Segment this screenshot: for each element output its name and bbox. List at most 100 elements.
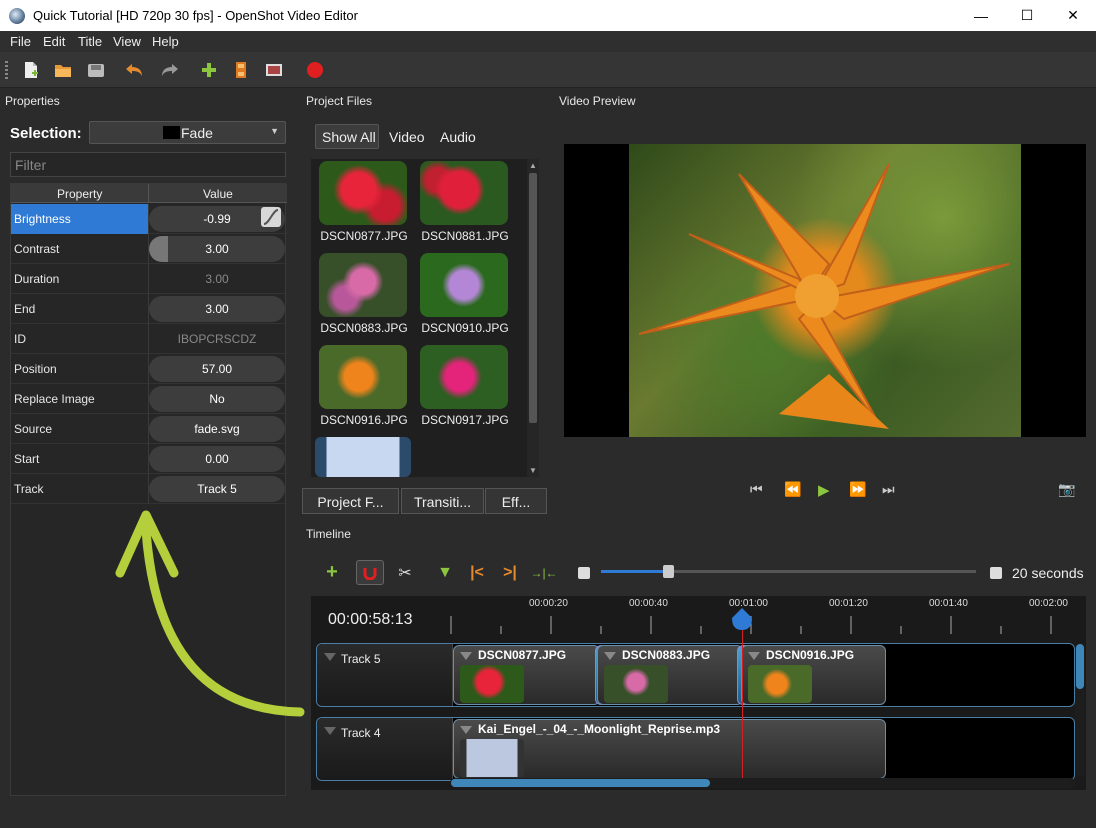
table-row[interactable]: Position 57.00 bbox=[11, 354, 287, 384]
column-header-property: Property bbox=[57, 187, 103, 201]
menu-help[interactable]: Help bbox=[152, 34, 179, 49]
timeline-hscrollbar[interactable] bbox=[450, 778, 1075, 788]
open-project-button[interactable] bbox=[53, 60, 73, 80]
clip-thumbnail bbox=[460, 739, 524, 777]
selection-color-swatch bbox=[163, 126, 180, 139]
timeline-clip[interactable]: DSCN0877.JPG bbox=[453, 645, 600, 705]
timeline-ruler[interactable]: 00:00:20 00:00:40 00:01:00 00:01:20 00:0… bbox=[450, 598, 1076, 638]
annotation-arrow-icon bbox=[115, 510, 305, 717]
audio-file-thumbnail[interactable] bbox=[315, 437, 411, 477]
chevron-down-icon: ▼ bbox=[270, 126, 279, 136]
zoom-in-icon[interactable] bbox=[982, 560, 1010, 585]
track-header[interactable]: Track 4 bbox=[317, 718, 453, 780]
table-row[interactable]: Start 0.00 bbox=[11, 444, 287, 474]
zoom-out-icon[interactable] bbox=[570, 560, 598, 585]
previous-marker-button[interactable]: |< bbox=[463, 560, 491, 585]
table-row[interactable]: Duration 3.00 bbox=[11, 264, 287, 294]
table-row[interactable]: Contrast 3.00 bbox=[11, 234, 287, 264]
table-row[interactable]: Source fade.svg bbox=[11, 414, 287, 444]
clip-thumbnail bbox=[460, 665, 524, 703]
zoom-slider-handle[interactable] bbox=[663, 565, 674, 578]
track-row[interactable]: Track 4 Kai_Engel_-_04_-_Moonlight_Repri… bbox=[316, 717, 1075, 781]
video-preview bbox=[564, 144, 1086, 437]
file-thumbnail[interactable] bbox=[420, 253, 508, 317]
toolbar-grip[interactable] bbox=[5, 61, 8, 79]
file-name: DSCN0917.JPG bbox=[421, 413, 509, 427]
track-header[interactable]: Track 5 bbox=[317, 644, 453, 706]
project-files-scrollbar[interactable]: ▲ ▼ bbox=[527, 159, 539, 477]
file-name: DSCN0916.JPG bbox=[320, 413, 408, 427]
timeline-vscrollbar[interactable] bbox=[1075, 643, 1085, 777]
jump-end-button[interactable]: ⏭ bbox=[882, 481, 895, 498]
snapping-toggle[interactable] bbox=[356, 560, 384, 585]
save-project-button[interactable] bbox=[86, 60, 106, 80]
export-video-button[interactable] bbox=[305, 60, 325, 80]
zoom-level-label: 20 seconds bbox=[1012, 565, 1084, 581]
main-toolbar bbox=[0, 52, 1096, 88]
preview-frame bbox=[629, 144, 1021, 437]
tab-effects[interactable]: Eff... bbox=[485, 488, 547, 514]
tab-video[interactable]: Video bbox=[389, 129, 425, 145]
table-row[interactable]: Brightness -0.99 bbox=[11, 204, 287, 234]
menu-edit[interactable]: Edit bbox=[43, 34, 65, 49]
play-button[interactable]: ▶ bbox=[818, 481, 830, 499]
file-name: DSCN0881.JPG bbox=[421, 229, 509, 243]
razor-tool-button[interactable]: ✂ bbox=[391, 560, 419, 585]
table-row[interactable]: Track Track 5 bbox=[11, 474, 287, 504]
file-thumbnail[interactable] bbox=[420, 345, 508, 409]
file-thumbnail[interactable] bbox=[319, 161, 407, 225]
file-thumbnail[interactable] bbox=[319, 253, 407, 317]
track-row[interactable]: Track 5 DSCN0877.JPG DSCN0883.JPG DSCN09… bbox=[316, 643, 1075, 707]
selection-dropdown[interactable]: Fade ▼ bbox=[89, 121, 286, 144]
table-row[interactable]: ID IBOPCRSCDZ bbox=[11, 324, 287, 354]
camera-icon[interactable]: 📷 bbox=[1058, 481, 1075, 498]
tab-transitions[interactable]: Transiti... bbox=[401, 488, 484, 514]
next-marker-button[interactable]: >| bbox=[496, 560, 524, 585]
openshot-logo-icon bbox=[9, 8, 25, 24]
table-row[interactable]: Replace Image No bbox=[11, 384, 287, 414]
menu-view[interactable]: View bbox=[113, 34, 141, 49]
clip-thumbnail bbox=[604, 665, 668, 703]
tab-show-all[interactable]: Show All bbox=[315, 124, 379, 149]
file-name: DSCN0910.JPG bbox=[421, 321, 509, 335]
column-header-value: Value bbox=[203, 187, 233, 201]
tab-audio[interactable]: Audio bbox=[440, 129, 476, 145]
timeline-clip[interactable]: Kai_Engel_-_04_-_Moonlight_Reprise.mp3 bbox=[453, 719, 886, 779]
center-playhead-button[interactable]: →|← bbox=[530, 560, 558, 585]
redo-button[interactable] bbox=[160, 60, 180, 80]
filter-input[interactable]: Filter bbox=[10, 152, 286, 177]
menu-file[interactable]: File bbox=[10, 34, 31, 49]
fast-forward-button[interactable]: ⏩ bbox=[849, 481, 866, 498]
clip-thumbnail bbox=[748, 665, 812, 703]
add-marker-button[interactable]: ▼ bbox=[431, 560, 459, 585]
menu-bar: File Edit Title View Help bbox=[0, 31, 1096, 52]
undo-button[interactable] bbox=[124, 60, 144, 80]
file-name: DSCN0877.JPG bbox=[320, 229, 408, 243]
choose-profile-button[interactable] bbox=[231, 60, 251, 80]
selection-value: Fade bbox=[181, 125, 213, 141]
timeline-clip[interactable]: DSCN0883.JPG bbox=[597, 645, 743, 705]
import-files-button[interactable] bbox=[199, 60, 219, 80]
keyframe-curve-icon[interactable] bbox=[261, 207, 281, 227]
tab-project-files[interactable]: Project F... bbox=[302, 488, 399, 514]
new-project-button[interactable] bbox=[21, 60, 41, 80]
file-thumbnail[interactable] bbox=[319, 345, 407, 409]
properties-panel-title: Properties bbox=[5, 94, 60, 108]
maximize-button[interactable]: ☐ bbox=[1004, 0, 1050, 31]
rewind-button[interactable]: ⏪ bbox=[784, 481, 801, 498]
minimize-button[interactable]: — bbox=[958, 0, 1004, 31]
title-bar: Quick Tutorial [HD 720p 30 fps] - OpenSh… bbox=[0, 0, 1096, 31]
project-files-grid: DSCN0877.JPG DSCN0881.JPG DSCN0883.JPG D… bbox=[311, 159, 528, 477]
fullscreen-button[interactable] bbox=[264, 60, 284, 80]
menu-title[interactable]: Title bbox=[78, 34, 102, 49]
video-preview-panel-title: Video Preview bbox=[559, 94, 636, 108]
add-track-button[interactable]: + bbox=[318, 560, 346, 585]
close-button[interactable]: ✕ bbox=[1050, 0, 1096, 31]
table-row[interactable]: End 3.00 bbox=[11, 294, 287, 324]
timeline-panel-title: Timeline bbox=[306, 527, 351, 541]
jump-start-button[interactable]: ⏮ bbox=[750, 481, 763, 498]
timeline-clip[interactable]: DSCN0916.JPG bbox=[741, 645, 886, 705]
file-thumbnail[interactable] bbox=[420, 161, 508, 225]
playhead-handle[interactable] bbox=[731, 608, 753, 632]
zoom-slider[interactable] bbox=[601, 565, 976, 578]
